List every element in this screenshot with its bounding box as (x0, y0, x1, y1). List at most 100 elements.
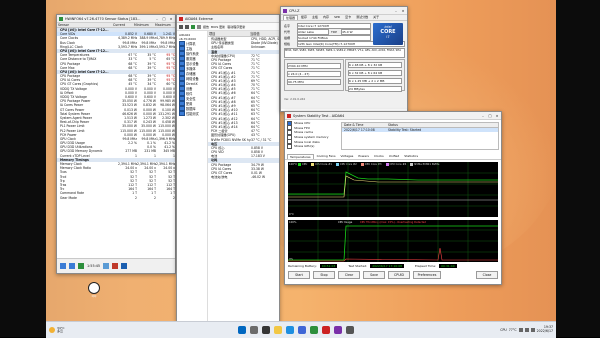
driver-update-button[interactable]: 驱动程序更新 (227, 25, 245, 29)
arrow-left-icon[interactable] (60, 263, 66, 269)
volume-icon[interactable] (524, 328, 529, 332)
stability-tab[interactable]: Cooling Fans (315, 154, 338, 159)
col-item[interactable]: 项目 (208, 31, 249, 36)
wifi-icon[interactable] (518, 328, 523, 332)
aida64-tree-panel[interactable]: AIDA64 v6.70.6000 计算机 主板 操作系统 服务器 显示设备 多媒体 存储器… (177, 31, 208, 322)
stability-button-close[interactable]: Close (476, 271, 498, 279)
stability-tab[interactable]: Voltages (339, 154, 356, 159)
cpuz-tab[interactable]: 处理器 (283, 15, 299, 20)
col-current[interactable]: Current (112, 23, 133, 27)
cpu-usage-line (288, 225, 498, 261)
tree-item-label: 性能测试 (186, 112, 199, 116)
home-icon[interactable] (197, 24, 201, 29)
stress-option[interactable]: Stress GPU(s) (287, 143, 337, 149)
close-icon[interactable]: × (169, 17, 173, 21)
sensor-current: 2 (135, 195, 137, 200)
stability-button-save[interactable]: Save (363, 271, 385, 279)
file-explorer-icon[interactable] (274, 326, 283, 334)
stress-checkbox[interactable] (287, 143, 292, 149)
back-icon[interactable] (179, 24, 183, 29)
stability-tab[interactable]: Statistics (402, 154, 420, 159)
status-row[interactable]: 2022/6/17 17:10:08 Stability Test: Start… (342, 128, 498, 132)
edge-icon[interactable] (286, 326, 295, 334)
cpuz-tab[interactable]: 主板 (310, 15, 320, 20)
tree-item-label: 网络设备 (186, 77, 199, 81)
cpuz-tdp-label: TDP (331, 30, 337, 34)
tree-item[interactable]: 性能测试 (177, 111, 207, 116)
aida64-app-icon (287, 113, 291, 118)
maximize-icon[interactable]: □ (162, 17, 166, 21)
maximize-icon[interactable]: □ (488, 114, 492, 118)
stability-button-start[interactable]: Start (288, 271, 310, 279)
cpu-temp-line (288, 171, 498, 195)
stability-button-cpuid[interactable]: CPUID (388, 271, 410, 279)
bios-update-button[interactable]: BIOS 更新 (211, 25, 225, 29)
aida64-window[interactable]: AIDA64 Extreme 报告 BIOS 更新 驱动程序更新 AIDA64 … (176, 14, 280, 323)
aida64-task-icon[interactable] (322, 326, 331, 334)
arrow-right-icon[interactable] (69, 263, 75, 269)
throttling-line (288, 247, 498, 262)
battery-icon[interactable] (530, 328, 535, 332)
hwinfo-window[interactable]: HWiNFO64 v7.26-4770 Sensor Status [183..… (56, 14, 176, 274)
clock[interactable]: 19:37 2022/6/17 (537, 326, 553, 333)
col-sensor[interactable]: Sensor (57, 23, 112, 27)
cpuz-task-icon[interactable] (334, 326, 343, 334)
cpuz-tab[interactable]: 缓存 (299, 15, 309, 20)
hwinfo-sensor-list[interactable]: CPU [#0]: Intel Core i7-12... Core VIDs 0.… (57, 28, 175, 200)
stability-tab[interactable]: Temperatures (287, 154, 314, 159)
cpuz-title: CPU-Z (289, 8, 300, 13)
cpuz-bus-speed: 99.75 MHz (287, 79, 341, 85)
stability-button-clear[interactable]: Clear (338, 271, 360, 279)
stability-test-window[interactable]: System Stability Test - AIDA64 – □ × Stres… (284, 111, 502, 285)
close-icon[interactable]: × (401, 9, 405, 13)
forward-icon[interactable] (185, 24, 189, 29)
stability-top: Stress CPU Stress FPU Stress cache Stress s… (285, 120, 501, 152)
stability-button-stop[interactable]: Stop (313, 271, 335, 279)
stability-tab[interactable]: Powers (356, 154, 371, 159)
cpuz-tab[interactable]: SPD (332, 15, 342, 20)
task-view-icon[interactable] (262, 326, 271, 334)
settings-icon[interactable] (103, 263, 110, 269)
settings-task-icon[interactable] (346, 326, 355, 334)
desktop-icon-qq[interactable]: QQ (86, 282, 102, 298)
cpuz-window[interactable]: CPU-Z – × 处理器 缓存 主板 内存 SPD 显卡 测试分数 关于 名字 Intel C… (280, 6, 408, 112)
stability-tab[interactable]: Clocks (372, 154, 386, 159)
hwinfo-task-icon[interactable] (310, 326, 319, 334)
sensor-row[interactable]: Gear Mode 2 2 2 (57, 196, 175, 200)
start-icon[interactable] (238, 326, 247, 334)
stability-tab[interactable]: Unified (387, 154, 402, 159)
weather-widget[interactable]: 34°C 多云 (46, 326, 64, 334)
col-minimum[interactable]: Minimum (133, 23, 154, 27)
cpuz-l1d: 6 x 48 KB + 8 x 32 KB (348, 62, 402, 68)
report-button[interactable]: 报告 (203, 25, 209, 29)
stability-title: System Stability Test - AIDA64 (293, 113, 345, 118)
hwinfo-titlebar[interactable]: HWiNFO64 v7.26-4770 Sensor Status [183..… (57, 15, 175, 23)
store-icon[interactable] (298, 326, 307, 334)
network-icon[interactable] (78, 263, 84, 269)
cpuz-tab[interactable]: 关于 (371, 15, 381, 20)
cpuz-tab[interactable]: 内存 (321, 15, 331, 20)
refresh-icon[interactable] (191, 24, 195, 29)
minimize-icon[interactable]: – (481, 114, 485, 118)
aida64-sensor-list[interactable]: 传感器类型CPU, HDD, ACPI, SNBGPU 传感器类型Diode (… (208, 37, 279, 179)
close-icon[interactable]: × (495, 114, 499, 118)
datetime-value: 2022/6/17 17:10:08 (344, 128, 375, 132)
close-sensors-icon[interactable] (121, 263, 128, 269)
status-value: Stability Test: Started (388, 128, 422, 132)
sensor-minimum: 2 (154, 195, 156, 200)
temperature-graph: CPU CPU Core #1 CPU Core #2 CPU Core #3 CPU … (288, 162, 498, 217)
reset-icon[interactable] (112, 263, 119, 269)
cpuz-titlebar[interactable]: CPU-Z – × (281, 7, 407, 15)
col-maximum[interactable]: Maximum (154, 23, 175, 27)
aida-sensor-row[interactable]: 电池充/放电 -46.02 W (208, 175, 279, 179)
stability-titlebar[interactable]: System Stability Test - AIDA64 – □ × (285, 112, 501, 120)
aida64-body: AIDA64 v6.70.6000 计算机 主板 操作系统 服务器 显示设备 多媒体 存储器… (177, 31, 279, 322)
col-value[interactable]: 当前值 (249, 31, 279, 36)
minimize-icon[interactable]: – (394, 9, 398, 13)
minimize-icon[interactable]: – (155, 17, 159, 21)
cpuz-tab[interactable]: 显卡 (343, 15, 353, 20)
search-icon[interactable] (250, 326, 259, 334)
aida64-titlebar[interactable]: AIDA64 Extreme (177, 15, 279, 23)
stability-button-preferences[interactable]: Preferences (413, 271, 441, 279)
cpuz-tab[interactable]: 测试分数 (354, 15, 370, 20)
